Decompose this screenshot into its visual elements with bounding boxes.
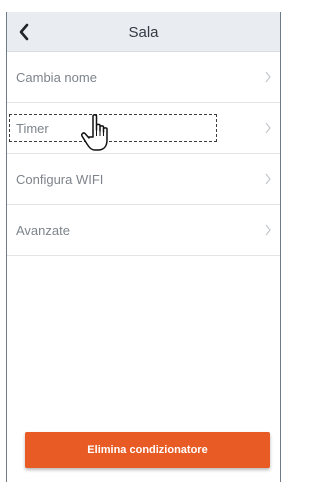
chevron-right-icon <box>265 173 271 185</box>
delete-conditioner-button[interactable]: Elimina condizionatore <box>25 432 270 468</box>
settings-menu: Cambia nome Timer Configura WIFI Avanzat… <box>7 52 280 256</box>
menu-item-label: Timer <box>16 121 49 136</box>
chevron-right-icon <box>265 122 271 134</box>
hand-pointer-icon <box>81 114 108 151</box>
app-screen: Sala Cambia nome Timer Configura WIFI Av… <box>6 12 281 482</box>
header-bar: Sala <box>7 12 280 52</box>
menu-item-wifi[interactable]: Configura WIFI <box>7 154 280 205</box>
menu-item-label: Cambia nome <box>16 70 97 85</box>
menu-item-rename[interactable]: Cambia nome <box>7 52 280 103</box>
menu-item-label: Configura WIFI <box>16 172 104 187</box>
menu-item-label: Avanzate <box>16 223 70 238</box>
chevron-right-icon <box>265 224 271 236</box>
chevron-right-icon <box>265 71 271 83</box>
back-button[interactable] <box>7 12 41 52</box>
page-title: Sala <box>128 23 159 41</box>
menu-item-advanced[interactable]: Avanzate <box>7 205 280 256</box>
chevron-left-icon <box>19 23 29 41</box>
menu-item-timer[interactable]: Timer <box>7 103 280 154</box>
